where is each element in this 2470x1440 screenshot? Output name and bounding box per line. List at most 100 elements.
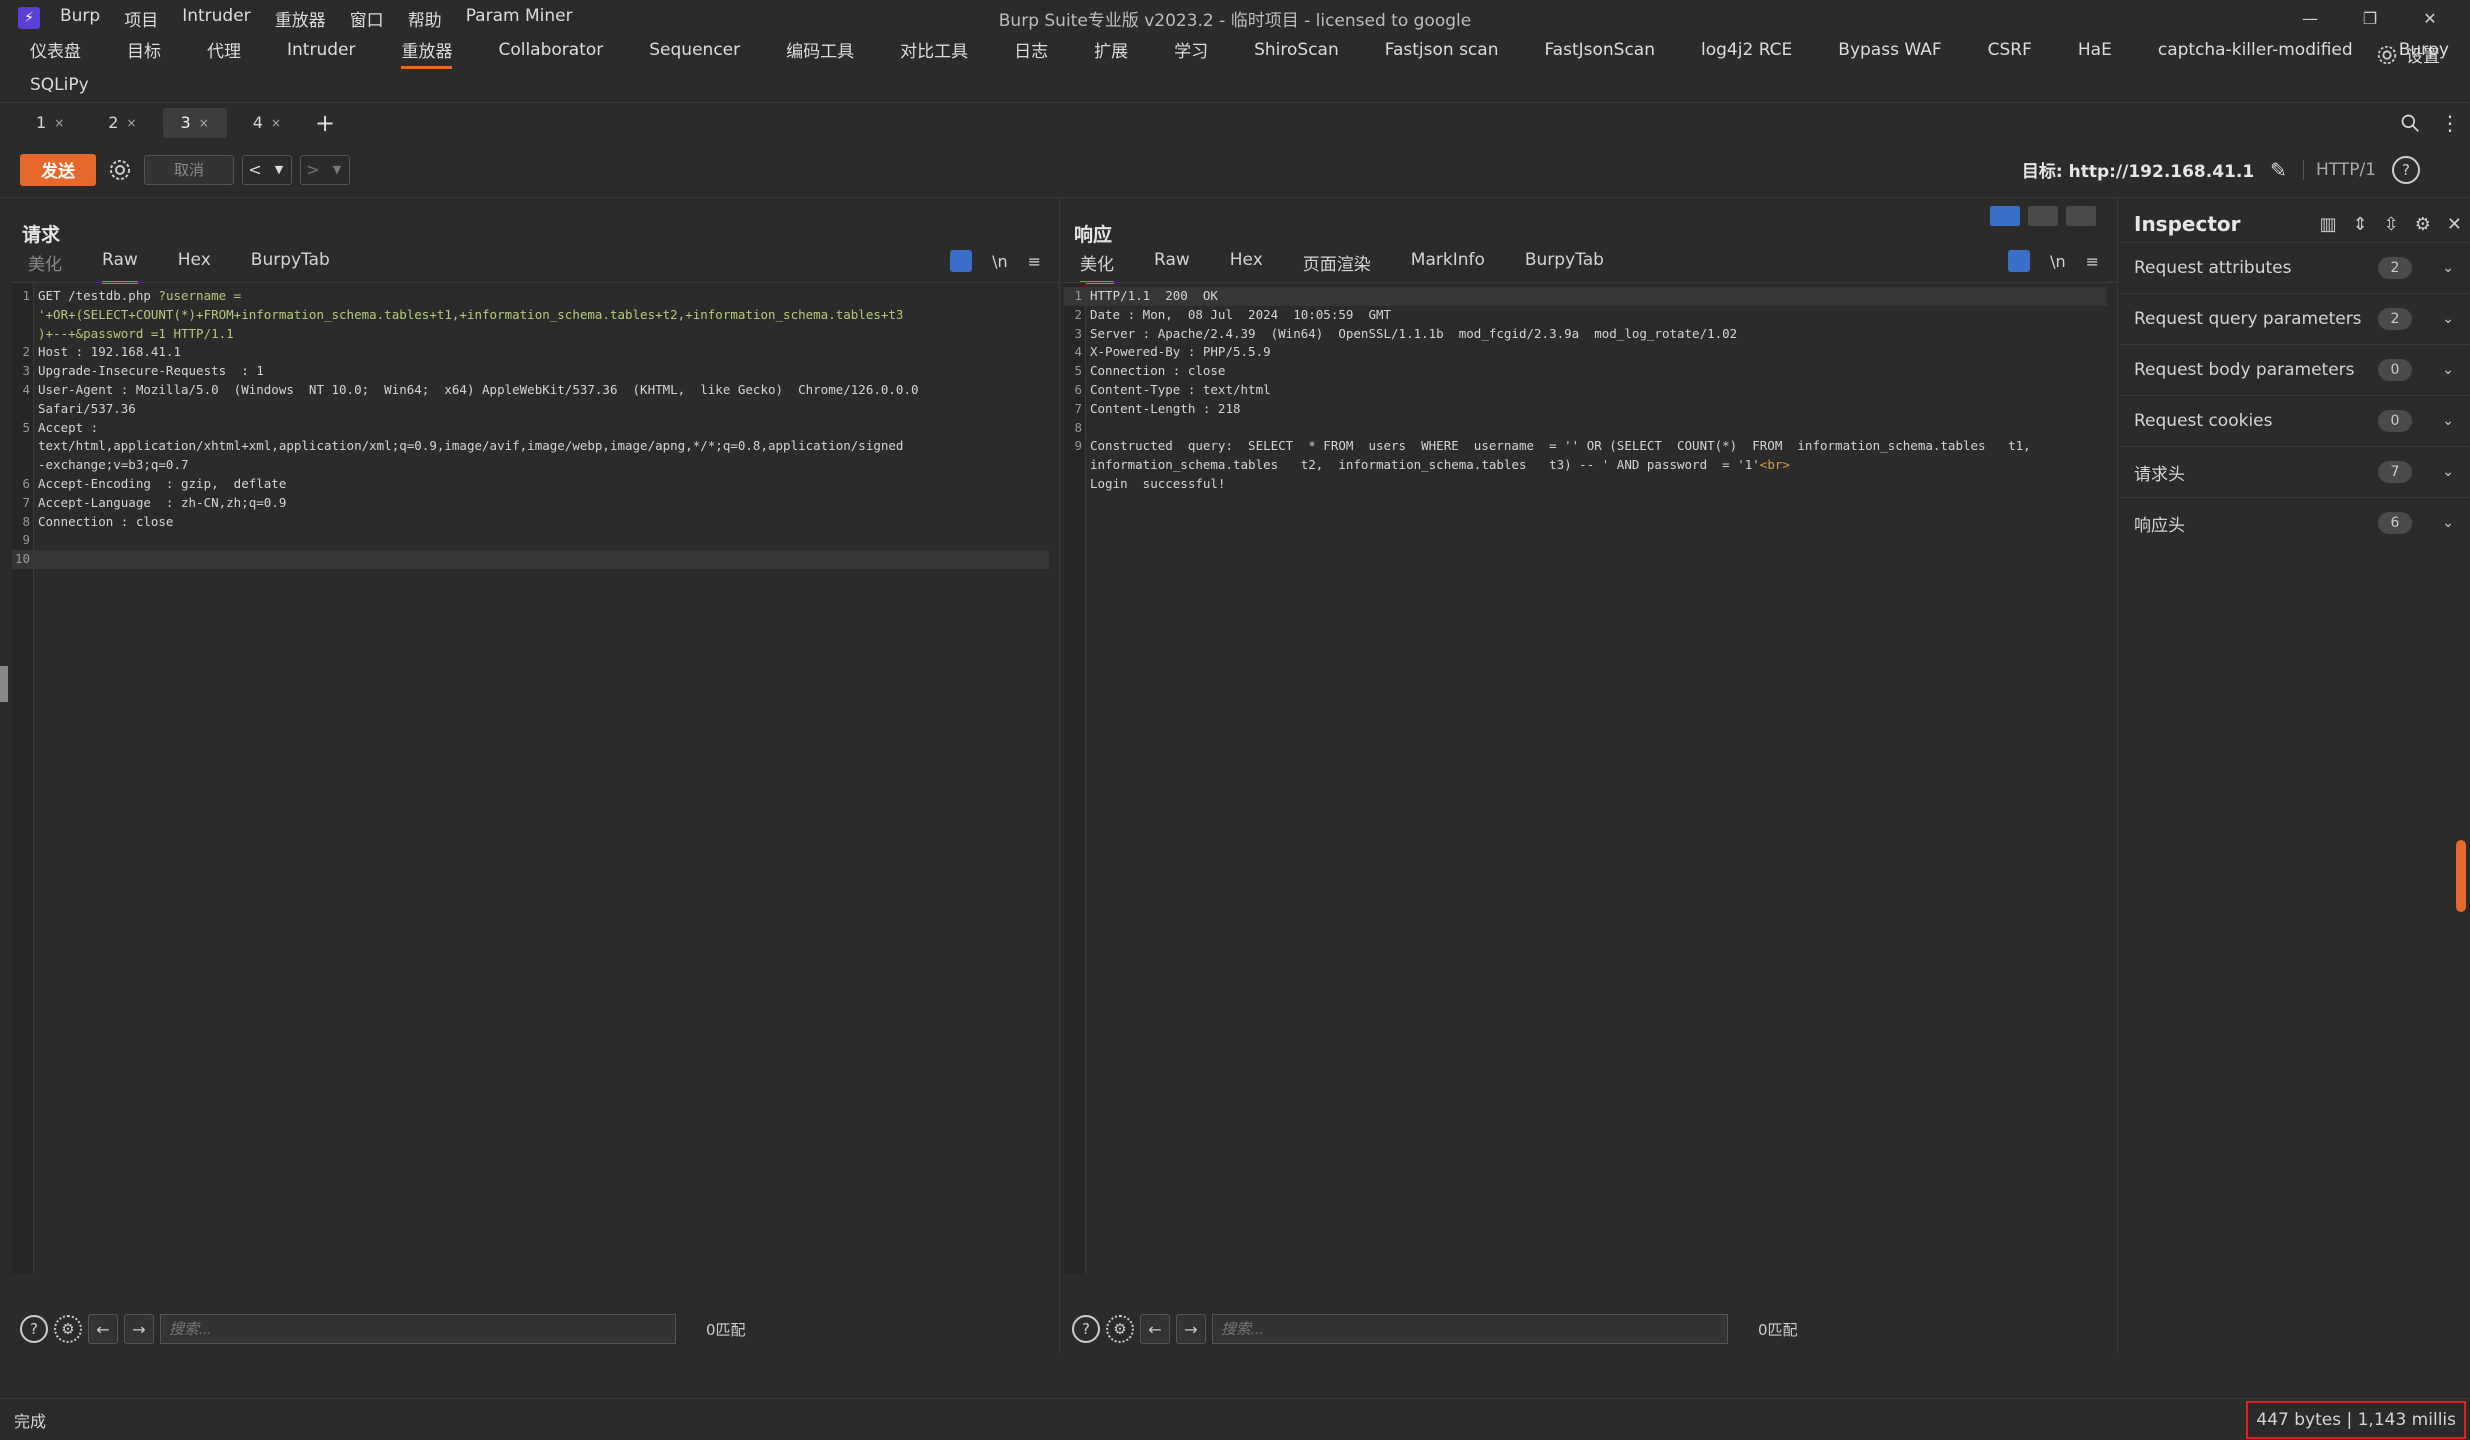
inspector-section[interactable]: Request query parameters 2 ⌄ xyxy=(2120,293,2470,344)
repeater-tab[interactable]: 1 × xyxy=(18,108,82,138)
dropdown-icon[interactable]: ▼ xyxy=(267,156,291,184)
collapse-all-icon[interactable]: ⇳ xyxy=(2384,214,2399,235)
menu-icon[interactable]: ≡ xyxy=(2086,252,2099,271)
close-icon[interactable]: ✕ xyxy=(2447,214,2462,235)
tool-tab[interactable]: Collaborator xyxy=(498,40,603,67)
view-tab[interactable]: Hex xyxy=(1230,250,1263,284)
next-match-button[interactable]: → xyxy=(1176,1314,1206,1344)
menu-item[interactable]: 项目 xyxy=(124,6,158,31)
tool-tab[interactable]: HaE xyxy=(2078,40,2112,67)
scrollbar-thumb[interactable] xyxy=(2456,840,2466,912)
view-tab[interactable]: 页面渲染 xyxy=(1303,250,1371,284)
help-icon[interactable]: ? xyxy=(2392,155,2420,184)
tool-tab[interactable]: 扩展 xyxy=(1094,37,1128,69)
close-tab-icon[interactable]: × xyxy=(126,116,136,130)
inspector-section[interactable]: 响应头 6 ⌄ xyxy=(2120,497,2470,548)
menu-icon[interactable]: ≡ xyxy=(1028,252,1041,271)
prev-match-button[interactable]: ← xyxy=(1140,1314,1170,1344)
view-tab[interactable]: BurpyTab xyxy=(251,250,330,284)
view-tab[interactable]: MarkInfo xyxy=(1411,250,1485,284)
split-horizontal-icon[interactable] xyxy=(1990,206,2020,226)
single-view-icon[interactable] xyxy=(2066,206,2096,226)
menu-item[interactable]: 重放器 xyxy=(275,6,326,31)
view-tab[interactable]: Raw xyxy=(1154,250,1190,284)
drag-handle[interactable] xyxy=(0,666,8,702)
view-tab[interactable]: 美化 xyxy=(1080,250,1114,284)
response-search-input[interactable] xyxy=(1212,1314,1728,1344)
tool-tab[interactable]: SQLiPy xyxy=(30,75,89,95)
tool-tab[interactable]: Fastjson scan xyxy=(1385,40,1499,67)
inspector-section[interactable]: Request body parameters 0 ⌄ xyxy=(2120,344,2470,395)
send-button[interactable]: 发送 xyxy=(20,153,96,186)
settings-button[interactable]: 设置 xyxy=(2376,42,2440,67)
inspector-section[interactable]: 请求头 7 ⌄ xyxy=(2120,446,2470,497)
prev-match-button[interactable]: ← xyxy=(88,1314,118,1344)
tool-tab[interactable]: 目标 xyxy=(127,37,161,69)
menu-item[interactable]: Intruder xyxy=(182,6,250,31)
tool-tab[interactable]: Bypass WAF xyxy=(1838,40,1941,67)
help-icon[interactable]: ? xyxy=(20,1315,48,1343)
view-tab[interactable]: Hex xyxy=(178,250,211,284)
forward-icon[interactable]: > xyxy=(301,156,325,184)
search-settings-icon[interactable]: ⚙ xyxy=(1106,1315,1134,1343)
tool-tab[interactable]: captcha-killer-modified xyxy=(2158,40,2353,67)
split-vertical-icon[interactable] xyxy=(2028,206,2058,226)
view-tab[interactable]: Raw xyxy=(102,250,138,284)
menu-item[interactable]: 帮助 xyxy=(408,6,442,31)
tool-tab[interactable]: Intruder xyxy=(287,40,355,67)
chevron-down-icon[interactable]: ⌄ xyxy=(2442,362,2454,378)
tool-tab[interactable]: 仪表盘 xyxy=(30,37,81,69)
forward-history[interactable]: > ▼ xyxy=(300,154,350,185)
tool-tab[interactable]: FastJsonScan xyxy=(1544,40,1655,67)
request-search-input[interactable] xyxy=(160,1314,676,1344)
search-icon[interactable] xyxy=(2400,113,2420,133)
repeater-tab[interactable]: 3 × xyxy=(162,107,227,138)
tool-tab[interactable]: ShiroScan xyxy=(1254,40,1339,67)
inspector-section[interactable]: Request attributes 2 ⌄ xyxy=(2120,242,2470,293)
help-icon[interactable]: ? xyxy=(1072,1315,1100,1343)
close-tab-icon[interactable]: × xyxy=(199,116,209,130)
more-options-icon[interactable]: ⋮ xyxy=(2440,111,2460,135)
chevron-down-icon[interactable]: ⌄ xyxy=(2442,464,2454,480)
tool-tab[interactable]: 学习 xyxy=(1174,37,1208,69)
expand-all-icon[interactable]: ⇕ xyxy=(2353,214,2368,235)
minimize-icon[interactable]: — xyxy=(2280,9,2340,28)
close-tab-icon[interactable]: × xyxy=(271,116,281,130)
word-wrap-icon[interactable] xyxy=(950,250,973,272)
repeater-tab[interactable]: 4 × xyxy=(235,108,299,138)
http-version[interactable]: HTTP/1 xyxy=(2302,159,2376,180)
tool-tab[interactable]: 日志 xyxy=(1014,37,1048,69)
menu-item[interactable]: 窗口 xyxy=(350,6,384,31)
tool-tab[interactable]: 编码工具 xyxy=(786,37,854,69)
inspector-section[interactable]: Request cookies 0 ⌄ xyxy=(2120,395,2470,446)
newline-toggle[interactable]: \n xyxy=(992,252,1008,271)
back-icon[interactable]: < xyxy=(243,156,267,184)
menu-item[interactable]: Burp xyxy=(60,6,100,31)
tool-tab[interactable]: 重放器 xyxy=(401,37,453,69)
tool-tab[interactable]: log4j2 RCE xyxy=(1701,40,1792,67)
add-tab-icon[interactable]: + xyxy=(315,109,335,137)
cancel-button[interactable]: 取消 xyxy=(144,154,234,185)
response-editor[interactable]: 1 HTTP/1.1 200 OK 2 Date : Mon, 08 Jul 2024… xyxy=(1064,282,2117,1274)
repeater-tab[interactable]: 2 × xyxy=(90,108,154,138)
request-editor[interactable]: 1 GET /testdb.php ?username = '+OR+(SELECT… xyxy=(12,282,1059,1274)
chevron-down-icon[interactable]: ⌄ xyxy=(2442,260,2454,276)
menu-item[interactable]: Param Miner xyxy=(466,6,573,31)
gear-icon[interactable]: ⚙ xyxy=(2415,214,2431,235)
send-settings-button[interactable] xyxy=(104,154,136,186)
newline-toggle[interactable]: \n xyxy=(2050,252,2066,271)
restore-icon[interactable]: ❐ xyxy=(2340,9,2400,28)
view-tab[interactable]: 美化 xyxy=(28,250,62,284)
tool-tab[interactable]: Sequencer xyxy=(649,40,740,67)
back-history[interactable]: < ▼ xyxy=(242,154,292,185)
dropdown-icon[interactable]: ▼ xyxy=(325,156,349,184)
layout-icon[interactable]: ▥ xyxy=(2320,214,2337,235)
tool-tab[interactable]: 对比工具 xyxy=(900,37,968,69)
search-settings-icon[interactable]: ⚙ xyxy=(54,1315,82,1343)
view-tab[interactable]: BurpyTab xyxy=(1525,250,1604,284)
chevron-down-icon[interactable]: ⌄ xyxy=(2442,413,2454,429)
tool-tab[interactable]: 代理 xyxy=(207,37,241,69)
chevron-down-icon[interactable]: ⌄ xyxy=(2442,311,2454,327)
tool-tab[interactable]: CSRF xyxy=(1988,40,2032,67)
word-wrap-icon[interactable] xyxy=(2008,250,2031,272)
